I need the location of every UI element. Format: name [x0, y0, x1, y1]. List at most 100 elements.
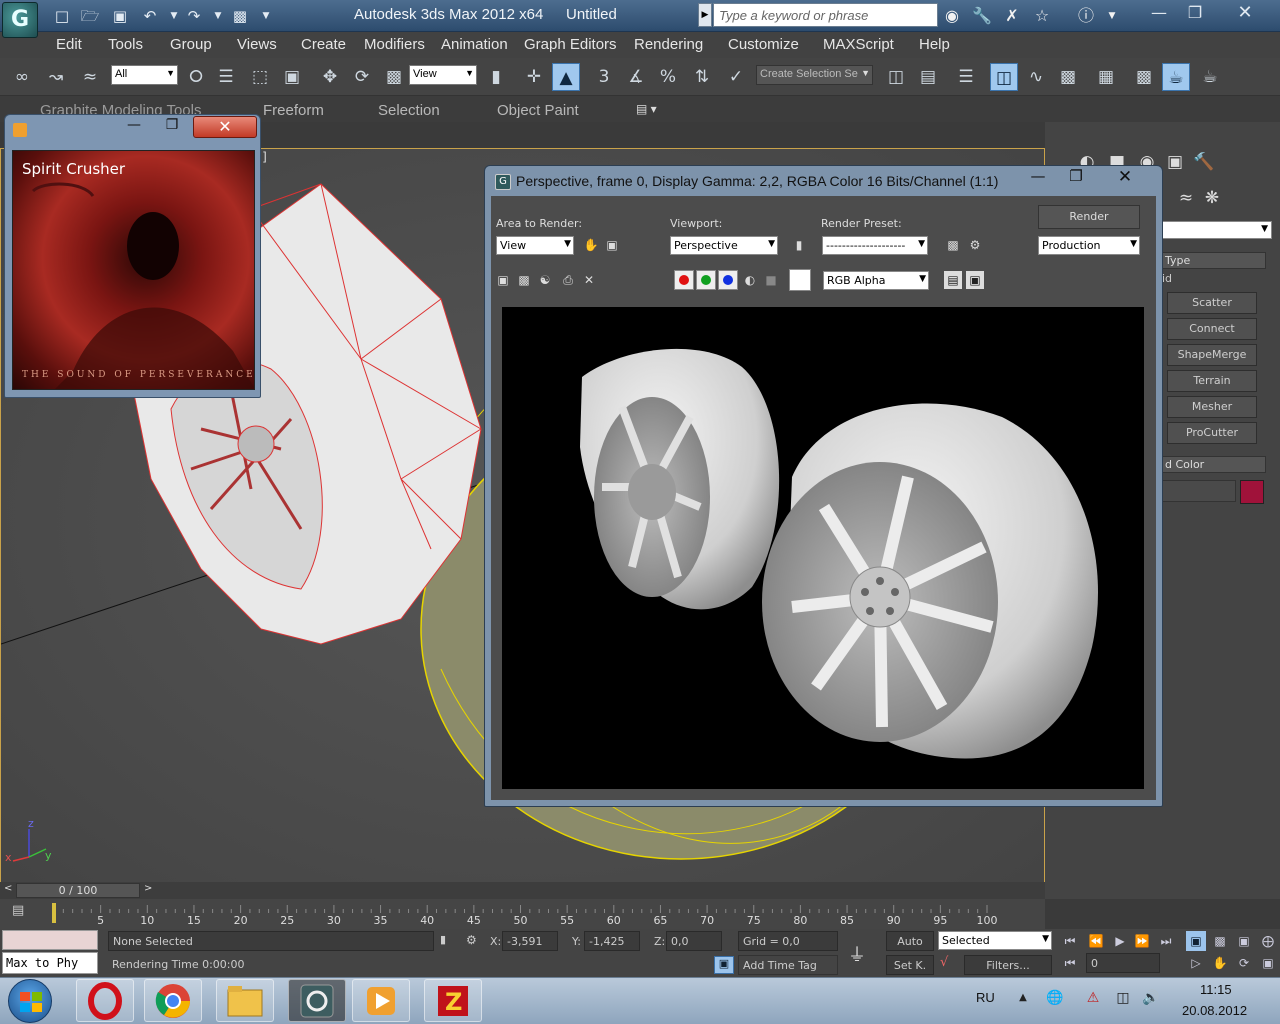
tab-selection[interactable]: Selection: [378, 102, 440, 119]
search-input[interactable]: Type a keyword or phrase: [713, 3, 938, 27]
opera-icon[interactable]: [76, 979, 134, 1022]
search-expand-icon[interactable]: ▶: [698, 3, 712, 27]
menu-create[interactable]: Create: [301, 36, 346, 53]
clock-date[interactable]: 20.08.2012: [1182, 1003, 1247, 1018]
key-filter-select[interactable]: Selected ▼: [938, 931, 1052, 950]
wrench-icon[interactable]: 🔧: [970, 4, 994, 28]
current-frame-input[interactable]: 0: [1086, 953, 1160, 973]
render-setup-icon[interactable]: ▩: [1130, 63, 1158, 91]
auto-region-icon[interactable]: ▣: [603, 236, 621, 254]
y-coordinate-input[interactable]: -1,425: [584, 931, 640, 951]
blue-channel-toggle[interactable]: [718, 270, 738, 290]
tab-object-paint[interactable]: Object Paint: [497, 102, 579, 119]
render-minimize-icon[interactable]: —: [1021, 167, 1055, 189]
align-icon[interactable]: ▤: [914, 63, 942, 91]
maxscript-listener-input[interactable]: Max to Phy: [2, 952, 98, 974]
time-prev-icon[interactable]: <: [4, 883, 12, 894]
menu-group[interactable]: Group: [170, 36, 212, 53]
bind-space-warp-icon[interactable]: ≈: [76, 63, 104, 91]
orbit-icon[interactable]: ⟳: [1234, 953, 1254, 973]
menu-edit[interactable]: Edit: [56, 36, 82, 53]
selection-filter-select[interactable]: All ▼: [111, 65, 178, 85]
object-type-rollout[interactable]: Type: [1160, 252, 1266, 269]
window-crossing-icon[interactable]: ▣: [278, 63, 306, 91]
green-channel-toggle[interactable]: [696, 270, 716, 290]
globe-icon[interactable]: 🌐: [1046, 989, 1064, 1007]
edit-named-selection-icon[interactable]: ✓: [722, 63, 750, 91]
trackbar-menu-icon[interactable]: ▤: [12, 903, 32, 921]
absolute-mode-icon[interactable]: ⚙: [466, 933, 482, 949]
unlink-icon[interactable]: ↝: [42, 63, 70, 91]
new-file-icon[interactable]: □: [52, 6, 72, 26]
rotate-icon[interactable]: ⟳: [348, 63, 376, 91]
menu-maxscript[interactable]: MAXScript: [823, 36, 894, 53]
toggle-ui-icon[interactable]: ▣: [966, 271, 984, 289]
shapemerge-button[interactable]: ShapeMerge: [1167, 344, 1257, 366]
network-icon[interactable]: ◫: [1114, 989, 1132, 1007]
procutter-button[interactable]: ProCutter: [1167, 422, 1257, 444]
maxscript-listener-pink[interactable]: [2, 930, 98, 950]
reference-coordinate-select[interactable]: View ▼: [409, 65, 477, 85]
connect-button[interactable]: Connect: [1167, 318, 1257, 340]
help-icon[interactable]: ⓘ: [1074, 4, 1098, 28]
auto-key-button[interactable]: Auto: [886, 931, 934, 951]
save-image-icon[interactable]: ▣: [494, 271, 512, 289]
player-close-icon[interactable]: ✕: [193, 116, 257, 138]
menu-help[interactable]: Help: [919, 36, 950, 53]
maximize-icon[interactable]: ❐: [1180, 2, 1210, 26]
clock-time[interactable]: 11:15: [1200, 982, 1232, 997]
systems-icon[interactable]: ❋: [1200, 184, 1224, 208]
undo-icon[interactable]: ↶: [140, 6, 160, 26]
render-button[interactable]: Render: [1038, 205, 1140, 229]
display-panel-icon[interactable]: ▣: [1163, 148, 1187, 172]
alpha-channel-icon[interactable]: ◐: [741, 271, 759, 289]
file-explorer-icon[interactable]: [216, 979, 274, 1022]
go-to-start-icon[interactable]: ⏮: [1060, 931, 1080, 951]
menu-customize[interactable]: Customize: [728, 36, 799, 53]
set-key-icon[interactable]: ⏚: [848, 941, 876, 966]
star-icon[interactable]: ☆: [1030, 4, 1054, 28]
select-object-icon[interactable]: ⭘: [182, 63, 210, 91]
help-dropdown-icon[interactable]: ▼: [1100, 4, 1124, 28]
key-mode-icon[interactable]: ⏮: [1060, 953, 1080, 973]
time-slider-thumb[interactable]: 0 / 100: [16, 883, 140, 898]
go-to-end-icon[interactable]: ⏭: [1156, 931, 1176, 951]
undo-dropdown-icon[interactable]: ▼: [164, 6, 184, 26]
lock-viewport-icon[interactable]: ▮: [790, 236, 808, 254]
menu-graph-editors[interactable]: Graph Editors: [524, 36, 617, 53]
maximize-viewport-icon[interactable]: ▣: [1258, 953, 1278, 973]
filezilla-taskbar-icon[interactable]: Z: [424, 979, 482, 1022]
curve-editor-icon[interactable]: ∿: [1022, 63, 1050, 91]
monochrome-icon[interactable]: ■: [762, 271, 780, 289]
play-icon[interactable]: ▶: [1110, 931, 1130, 951]
zoom-icon[interactable]: ⨁: [1258, 931, 1278, 951]
ribbon-options-icon[interactable]: ▤ ▾: [636, 102, 657, 116]
material-editor-icon[interactable]: ▦: [1092, 63, 1120, 91]
rectangular-selection-icon[interactable]: ⬚: [246, 63, 274, 91]
quick-access-dropdown-icon[interactable]: ▼: [256, 6, 276, 26]
area-to-render-select[interactable]: View ▼: [496, 236, 574, 255]
key-tangent-icon[interactable]: √: [940, 955, 960, 973]
pivot-center-icon[interactable]: ▮: [482, 63, 510, 91]
object-name-input[interactable]: [1160, 480, 1236, 502]
zoom-extents-all-icon[interactable]: ▩: [1210, 931, 1230, 951]
select-link-icon[interactable]: ∞: [8, 63, 36, 91]
minimize-icon[interactable]: —: [1144, 2, 1174, 26]
redo-icon[interactable]: ↷: [184, 6, 204, 26]
x-coordinate-input[interactable]: -3,591: [502, 931, 558, 951]
space-warps-icon[interactable]: ≈: [1174, 184, 1198, 208]
mirror-icon[interactable]: ◫: [882, 63, 910, 91]
language-indicator[interactable]: RU: [976, 990, 995, 1005]
render-production-icon[interactable]: ☕: [1196, 63, 1224, 91]
spinner-snap-icon[interactable]: ⇅: [688, 63, 716, 91]
render-maximize-icon[interactable]: ❐: [1059, 167, 1093, 189]
mesher-button[interactable]: Mesher: [1167, 396, 1257, 418]
color-swatch[interactable]: [789, 269, 811, 291]
open-file-icon[interactable]: 🗁: [80, 6, 100, 26]
render-close-icon[interactable]: ✕: [1103, 167, 1147, 189]
render-setup-small-icon[interactable]: ▩: [944, 236, 962, 254]
name-color-rollout[interactable]: d Color: [1160, 456, 1266, 473]
next-frame-icon[interactable]: ⏩: [1132, 931, 1152, 951]
player-maximize-icon[interactable]: ❐: [155, 117, 189, 139]
project-folder-icon[interactable]: ▩: [230, 6, 250, 26]
